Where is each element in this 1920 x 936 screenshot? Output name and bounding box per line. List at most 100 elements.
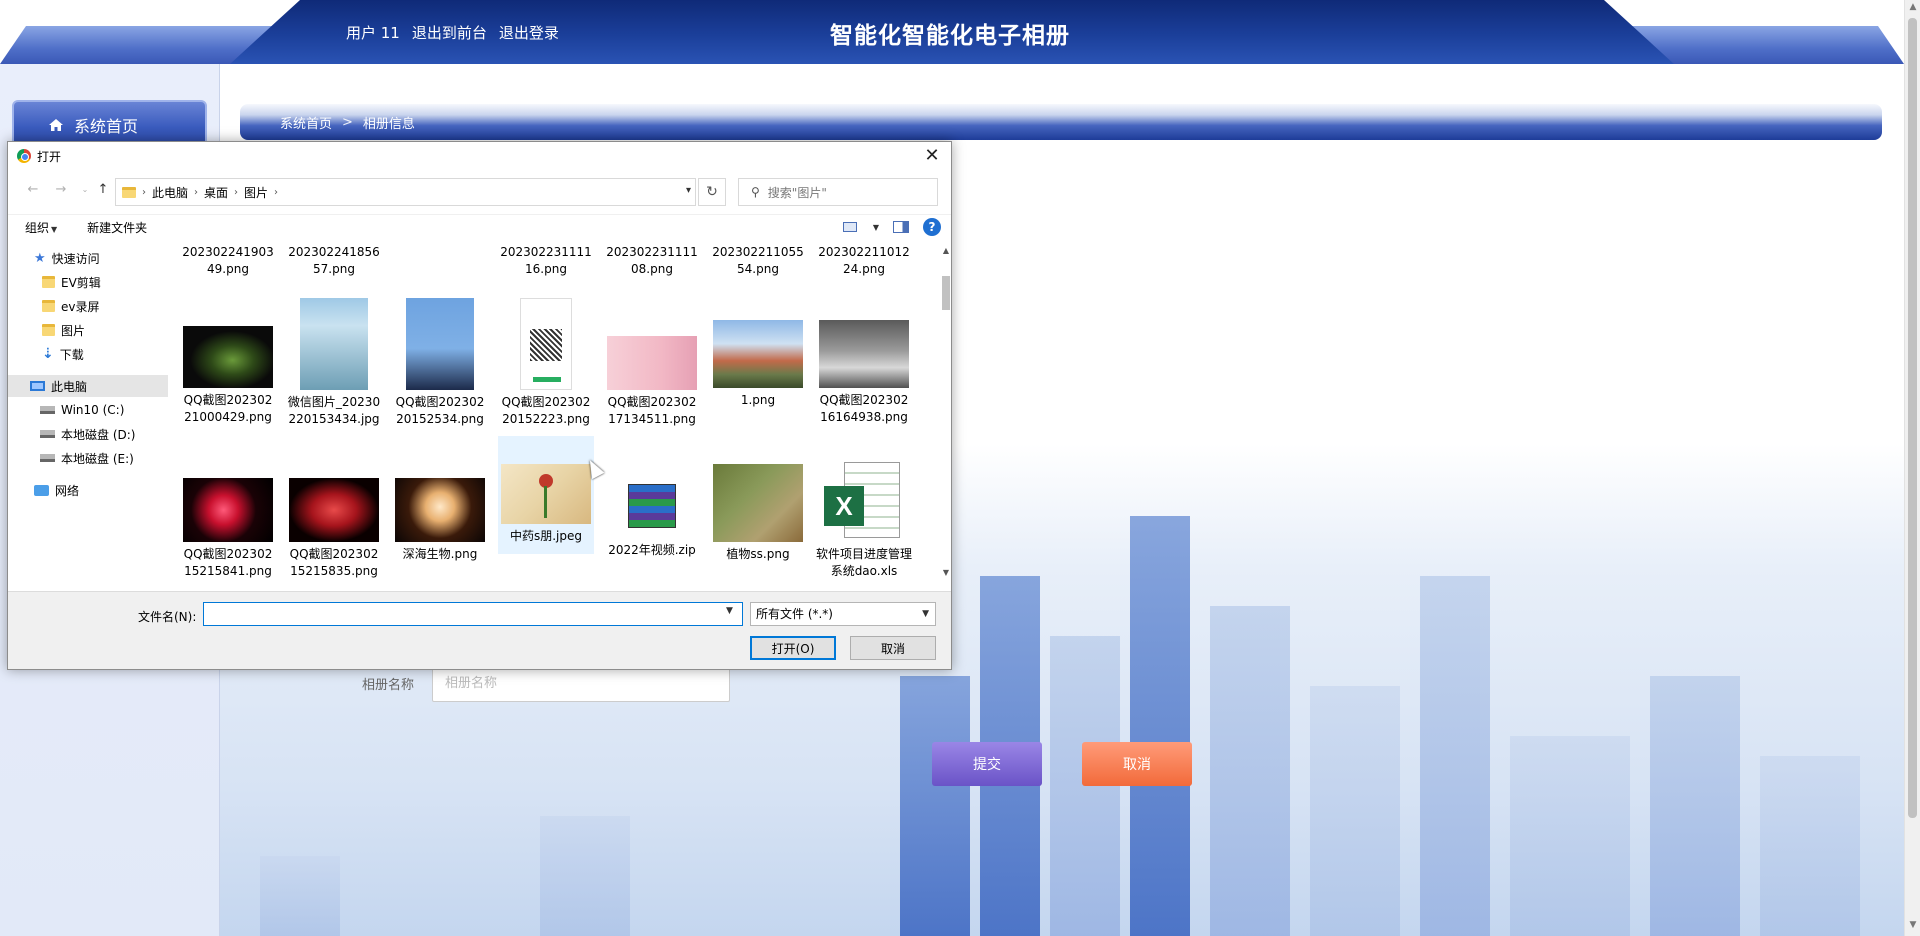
pc-icon [30,381,45,391]
file-item[interactable]: 深海生物.png [392,454,488,563]
file-item-hovered[interactable]: 中药s朋.jpeg [498,436,594,554]
open-button[interactable]: 打开(O) [750,636,836,660]
tree-item-network[interactable]: 网络 [8,479,168,501]
help-icon[interactable]: ? [923,218,941,236]
logout-link[interactable]: 退出登录 [499,22,559,43]
search-placeholder: 搜索"图片" [767,185,827,200]
breadcrumb-separator: > [342,114,353,130]
breadcrumb: 系统首页 > 相册信息 [240,104,1882,140]
tree-item-drive-c[interactable]: Win10 (C:) [8,399,168,421]
address-segment[interactable]: 图片 [244,184,268,201]
file-item[interactable]: 20230221101224.png [816,244,912,278]
tree-item-label: ev录屏 [61,299,100,314]
sidebar-home-label: 系统首页 [74,117,139,136]
file-name: 20230224185657.png [288,245,380,276]
filetype-select[interactable]: 所有文件 (*.*) ▼ [750,602,936,626]
file-item[interactable]: QQ截图20230215215841.png [180,454,276,580]
address-segment[interactable]: 此电脑 [152,184,188,201]
file-name: QQ截图20230216164938.png [819,393,909,424]
organize-button[interactable]: 组织 ▼ [25,219,57,236]
user-name: 用户 11 [346,24,400,42]
tree-item-quick-access[interactable]: ★ 快速访问 [8,247,168,269]
tree-item-downloads[interactable]: ⇣ 下载 [8,343,168,365]
chevron-right-icon: › [142,186,146,198]
breadcrumb-home[interactable]: 系统首页 [280,113,332,132]
scroll-up-icon[interactable]: ▲ [940,246,952,258]
zip-archive-icon [628,484,676,528]
file-item[interactable]: QQ截图20230221000429.png [180,298,276,426]
dialog-cancel-button[interactable]: 取消 [850,636,936,660]
address-segment[interactable]: 桌面 [204,184,228,201]
close-icon[interactable]: ✕ [919,144,945,168]
scrollbar-thumb[interactable] [942,276,950,310]
recent-dropdown-icon[interactable]: ⌄ [76,185,94,203]
tree-item-pictures[interactable]: 图片 [8,319,168,341]
scroll-up-icon[interactable]: ▲ [1908,2,1918,16]
address-bar[interactable]: › 此电脑 › 桌面 › 图片 › ▾ [115,178,696,206]
file-name: 1.png [740,393,776,407]
file-grid-scrollbar[interactable]: ▲ ▼ [940,246,952,580]
file-item[interactable]: 微信图片_20230220153434.jpg [286,298,382,428]
file-name: 中药s朋.jpeg [509,529,583,543]
tree-item-drive-d[interactable]: 本地磁盘 (D:) [8,423,168,445]
file-item[interactable]: 1.png [710,298,806,409]
image-thumbnail [183,326,273,388]
file-name: 植物ss.png [726,547,790,561]
file-name: 20230224190349.png [182,245,274,276]
tree-item-ev-record[interactable]: ev录屏 [8,295,168,317]
tree-item-label: 此电脑 [51,379,88,394]
scrollbar-thumb[interactable] [1908,18,1917,818]
file-item[interactable]: 20230223111116.png [498,244,594,278]
search-input[interactable]: ⚲ 搜索"图片" [738,178,938,206]
tree-item-label: 网络 [55,483,80,498]
file-item[interactable]: 20230224190349.png [180,244,276,278]
file-item[interactable]: 20230224185657.png [286,244,382,278]
scroll-down-icon[interactable]: ▼ [940,568,952,580]
submit-button[interactable]: 提交 [932,742,1042,786]
tree-item-drive-e[interactable]: 本地磁盘 (E:) [8,447,168,469]
search-icon: ⚲ [751,185,760,199]
filename-label: 文件名(N): [138,610,197,624]
file-grid: 20230224190349.png 20230224185657.png 20… [178,240,938,580]
file-item[interactable]: 20230221105554.png [710,244,806,278]
refresh-icon[interactable]: ↻ [698,178,726,206]
file-item[interactable]: QQ截图20230215215835.png [286,454,382,580]
file-item[interactable]: X 软件项目进度管理系统dao.xls [816,454,912,580]
qr-code-thumbnail [520,298,572,390]
chevron-right-icon: › [234,186,239,198]
chevron-down-icon[interactable]: ▾ [686,185,691,196]
file-item[interactable]: 20230223111108.png [604,244,700,278]
file-item[interactable]: 植物ss.png [710,454,806,563]
tree-item-label: Win10 (C:) [61,403,125,417]
image-thumbnail [713,464,803,542]
new-folder-button[interactable]: 新建文件夹 [87,219,147,236]
file-item[interactable]: QQ截图20230217134511.png [604,298,700,428]
file-item[interactable]: 2022年视频.zip [604,454,700,559]
file-item[interactable]: QQ截图20230216164938.png [816,298,912,426]
up-arrow-icon[interactable]: ↑ [94,182,112,200]
chevron-down-icon[interactable]: ▼ [726,606,733,616]
page-scrollbar[interactable]: ▲ ▼ [1904,0,1920,936]
file-name: QQ截图20230215215841.png [183,547,273,578]
file-item[interactable]: QQ截图20230220152223.png [498,298,594,428]
tree-item-label: 快速访问 [51,251,100,266]
view-mode-icon[interactable] [842,222,857,232]
chevron-down-icon[interactable]: ▼ [873,223,879,232]
scroll-down-icon[interactable]: ▼ [1908,920,1918,934]
forward-arrow-icon[interactable]: → [52,182,70,200]
album-name-label: 相册名称 [362,678,415,693]
folder-icon [122,186,136,198]
dialog-toolbar: 组织 ▼ 新建文件夹 ▼ ? [8,214,951,240]
filename-input[interactable] [203,602,743,626]
exit-to-front-link[interactable]: 退出到前台 [412,22,487,43]
image-thumbnail [395,478,485,542]
file-item[interactable]: QQ截图20230220152534.png [392,298,488,428]
back-arrow-icon[interactable]: ← [24,182,42,200]
file-name: 软件项目进度管理系统dao.xls [816,547,913,578]
cancel-button[interactable]: 取消 [1082,742,1192,786]
preview-pane-icon[interactable] [893,221,909,233]
tree-item-this-pc[interactable]: 此电脑 [8,375,168,397]
chevron-right-icon: › [274,186,279,198]
dialog-footer: 文件名(N): ▼ 所有文件 (*.*) ▼ 打开(O) 取消 [8,591,951,669]
tree-item-ev-edit[interactable]: EV剪辑 [8,271,168,293]
